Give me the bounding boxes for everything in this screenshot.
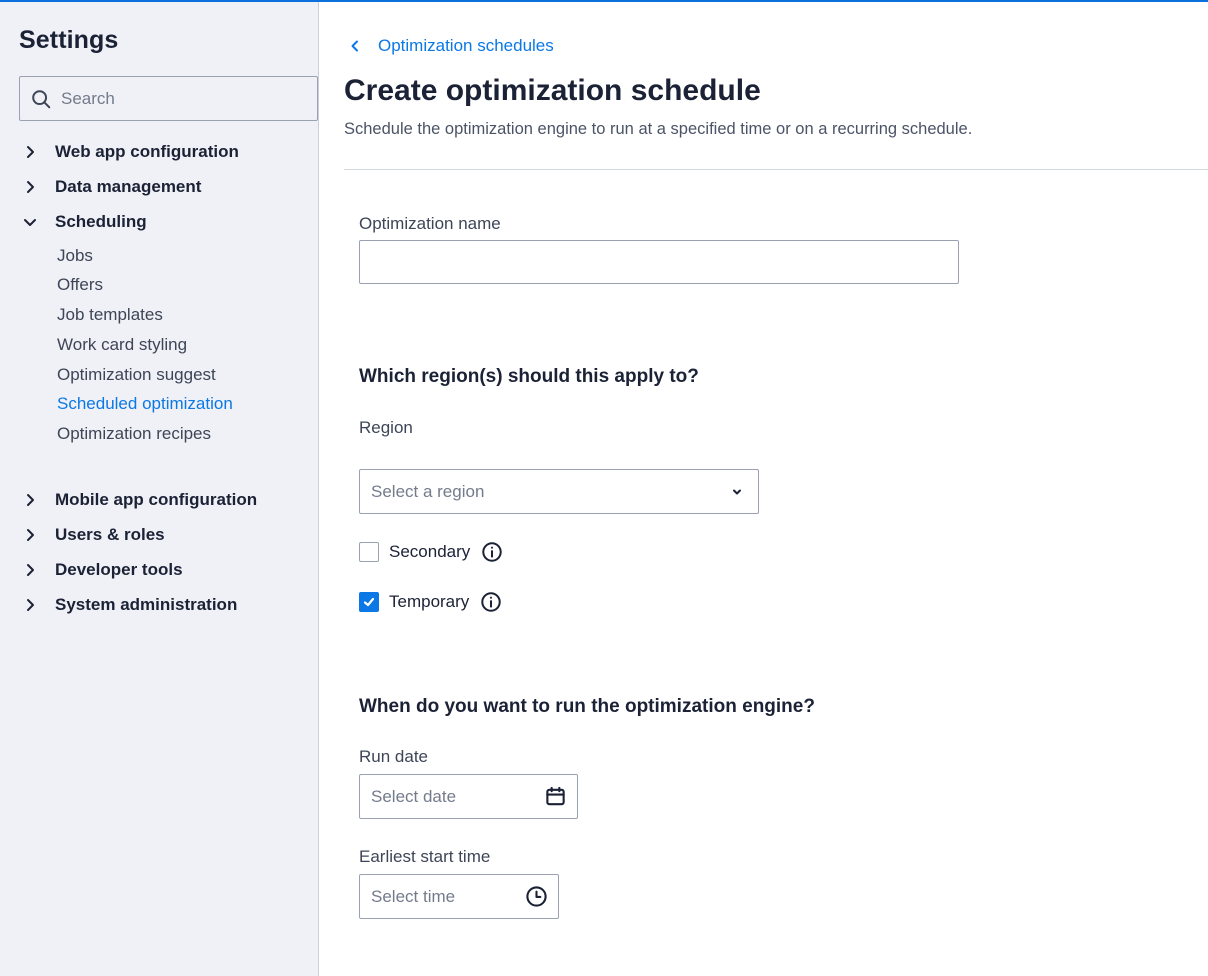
sidebar-group-label: Data management — [55, 177, 202, 196]
run-date-placeholder: Select date — [371, 786, 457, 806]
info-icon[interactable] — [481, 541, 503, 563]
sidebar-group-label: Developer tools — [55, 560, 183, 579]
sidebar-group-mobile-app-configuration[interactable]: Mobile app configuration — [0, 485, 319, 515]
sidebar-group-label: System administration — [55, 595, 238, 614]
checkmark-icon — [363, 597, 375, 607]
run-section-title: When do you want to run the optimization… — [359, 696, 815, 717]
search-input[interactable] — [61, 88, 301, 109]
page-title: Create optimization schedule — [344, 74, 761, 107]
sidebar-item-jobs[interactable]: Jobs — [57, 246, 93, 266]
clock-icon — [526, 886, 547, 907]
info-icon[interactable] — [480, 591, 502, 613]
sidebar-group-web-app-configuration[interactable]: Web app configuration — [0, 137, 319, 167]
sidebar-group-scheduling[interactable]: Scheduling — [0, 207, 319, 237]
temporary-label: Temporary — [389, 592, 470, 611]
secondary-checkbox[interactable] — [359, 542, 379, 562]
optimization-name-input[interactable] — [359, 240, 959, 284]
temporary-checkbox[interactable] — [359, 592, 379, 612]
chevron-right-icon — [27, 146, 34, 158]
sidebar-item-optimization-suggest[interactable]: Optimization suggest — [57, 365, 216, 385]
main-content: Optimization schedules Create optimizati… — [320, 2, 1208, 976]
sidebar-group-users-roles[interactable]: Users & roles — [0, 520, 319, 550]
region-select-placeholder: Select a region — [371, 481, 485, 501]
run-date-picker[interactable]: Select date — [359, 774, 578, 819]
chevron-right-icon — [27, 181, 34, 193]
sidebar-item-offers[interactable]: Offers — [57, 275, 103, 295]
sidebar-group-label: Scheduling — [55, 212, 147, 231]
chevron-down-icon — [24, 219, 36, 226]
sidebar-group-label: Users & roles — [55, 525, 165, 544]
chevron-right-icon — [27, 599, 34, 611]
sidebar-item-scheduled-optimization[interactable]: Scheduled optimization — [57, 394, 233, 414]
chevron-right-icon — [27, 494, 34, 506]
sidebar-group-label: Web app configuration — [55, 142, 239, 161]
region-select[interactable]: Select a region — [359, 469, 759, 514]
chevron-right-icon — [27, 564, 34, 576]
region-section-title: Which region(s) should this apply to? — [359, 366, 699, 387]
back-link[interactable]: Optimization schedules — [348, 36, 554, 56]
chevron-down-icon — [733, 489, 741, 495]
secondary-label: Secondary — [389, 542, 471, 561]
start-time-label: Earliest start time — [359, 847, 491, 866]
sidebar-group-label: Mobile app configuration — [55, 490, 258, 509]
page-description: Schedule the optimization engine to run … — [344, 120, 973, 138]
run-date-label: Run date — [359, 747, 428, 766]
sidebar-item-optimization-recipes[interactable]: Optimization recipes — [57, 424, 211, 444]
search-icon — [32, 89, 51, 108]
sidebar-item-job-templates[interactable]: Job templates — [57, 305, 163, 325]
temporary-option: Temporary — [359, 590, 502, 614]
sidebar-group-system-administration[interactable]: System administration — [0, 590, 319, 620]
back-link-label: Optimization schedules — [378, 36, 554, 55]
sidebar-group-developer-tools[interactable]: Developer tools — [0, 555, 319, 585]
sidebar-group-data-management[interactable]: Data management — [0, 172, 319, 202]
secondary-option: Secondary — [359, 540, 503, 564]
start-time-placeholder: Select time — [371, 886, 456, 906]
optimization-name-label: Optimization name — [359, 214, 501, 233]
settings-sidebar: Settings Web app configuration Data mana… — [0, 2, 319, 976]
sidebar-search[interactable] — [19, 76, 318, 121]
header-divider — [344, 169, 1208, 170]
start-time-picker[interactable]: Select time — [359, 874, 559, 919]
sidebar-title: Settings — [19, 26, 119, 54]
sidebar-item-work-card-styling[interactable]: Work card styling — [57, 335, 187, 355]
calendar-icon — [546, 786, 565, 806]
chevron-right-icon — [27, 529, 34, 541]
region-label: Region — [359, 418, 413, 437]
chevron-left-icon — [351, 40, 358, 52]
